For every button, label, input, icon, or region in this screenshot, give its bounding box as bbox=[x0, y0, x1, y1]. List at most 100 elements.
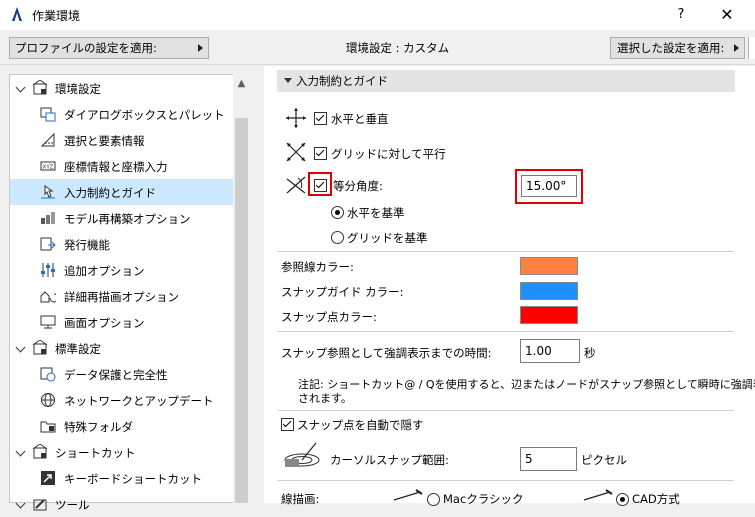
archicad-logo-icon bbox=[12, 7, 22, 21]
division-angle-label: 等分角度: bbox=[333, 179, 383, 193]
tree-item-label: ツール bbox=[55, 498, 90, 512]
cursor-guide-icon bbox=[41, 185, 55, 199]
shortcut-settings-icon bbox=[32, 444, 48, 459]
chevron-down-icon[interactable] bbox=[15, 82, 26, 93]
auto-hide-snap-checkbox[interactable] bbox=[281, 418, 294, 431]
tree-item-label: 選択と要素情報 bbox=[64, 134, 145, 148]
tree-item-label: データ保護と完全性 bbox=[64, 368, 168, 382]
auto-hide-snap-label: スナップ点を自動で隠す bbox=[297, 418, 424, 432]
tree-item-2[interactable]: 選択と要素情報 bbox=[10, 127, 233, 153]
cursor-snap-range-unit: ピクセル bbox=[581, 453, 627, 467]
toolbar-overflow bbox=[748, 37, 755, 59]
tree-item-0[interactable]: 環境設定 bbox=[10, 75, 233, 101]
ref-line-color-label: 参照線カラー: bbox=[281, 260, 354, 274]
tree-item-11[interactable]: データ保護と完全性 bbox=[10, 361, 233, 387]
radio-horizontal-label: 水平を基準 bbox=[347, 206, 405, 220]
tools-icon bbox=[33, 499, 47, 511]
chevron-down-icon[interactable] bbox=[15, 446, 26, 457]
highlight-time-label: スナップ参照として強調表示までの時間: bbox=[281, 346, 492, 360]
horizontal-vertical-label: 水平と垂直 bbox=[331, 112, 389, 126]
shortcut-arrow-icon bbox=[41, 471, 55, 485]
chevron-down-icon[interactable] bbox=[15, 498, 26, 509]
tree-item-label: 詳細再描画オプション bbox=[64, 290, 179, 304]
divider bbox=[278, 251, 734, 252]
cursor-snap-range-label: カーソルスナップ範囲: bbox=[330, 453, 449, 467]
tree-scroll-thumb[interactable] bbox=[235, 118, 248, 503]
tree-item-5[interactable]: モデル再構築オプション bbox=[10, 205, 233, 231]
environment-label: 環境設定 : カスタム bbox=[346, 41, 450, 55]
tree-item-7[interactable]: 追加オプション bbox=[10, 257, 233, 283]
cursor-snap-range-input[interactable]: 5 bbox=[520, 447, 577, 471]
chevron-right-icon bbox=[734, 44, 739, 52]
tree-item-13[interactable]: 特殊フォルダ bbox=[10, 413, 233, 439]
highlight-box bbox=[515, 169, 583, 204]
xyz-icon: XYZ bbox=[40, 161, 56, 171]
close-button[interactable]: ✕ bbox=[712, 4, 742, 26]
tree-item-8[interactable]: 詳細再描画オプション bbox=[10, 283, 233, 309]
tree-item-label: 標準設定 bbox=[55, 342, 101, 356]
help-button[interactable]: ? bbox=[668, 4, 694, 26]
tree-item-10[interactable]: 標準設定 bbox=[10, 335, 233, 361]
standard-settings-icon bbox=[32, 340, 48, 355]
divider bbox=[278, 331, 734, 332]
selection-icon bbox=[40, 132, 55, 147]
tree-item-1[interactable]: ダイアログボックスとパレット bbox=[10, 101, 233, 127]
tree-item-16[interactable]: ツール bbox=[10, 491, 233, 517]
divider bbox=[278, 480, 734, 481]
tree-item-4[interactable]: 入力制約とガイド bbox=[10, 179, 233, 205]
tree-item-label: 追加オプション bbox=[64, 264, 145, 278]
highlight-time-unit: 秒 bbox=[584, 346, 596, 360]
tree-item-label: 座標情報と座標入力 bbox=[64, 160, 168, 174]
ref-line-color-swatch[interactable] bbox=[520, 257, 578, 275]
mac-classic-line-icon bbox=[393, 489, 423, 501]
data-protect-icon bbox=[40, 367, 56, 382]
toolbar-divider bbox=[0, 64, 755, 65]
sliders-icon bbox=[41, 263, 55, 277]
angle-division-icon bbox=[286, 176, 306, 194]
house-settings-icon bbox=[32, 80, 48, 95]
horizontal-vertical-icon bbox=[286, 108, 306, 128]
tree-item-label: 環境設定 bbox=[55, 82, 101, 96]
radio-grid[interactable] bbox=[331, 231, 344, 244]
tree-item-12[interactable]: ネットワークとアップデート bbox=[10, 387, 233, 413]
tree-item-label: 特殊フォルダ bbox=[64, 420, 133, 434]
apply-selected-label: 選択した設定を適用: bbox=[617, 41, 725, 55]
chevron-down-icon[interactable] bbox=[15, 342, 26, 353]
scroll-up-icon[interactable]: ▲ bbox=[233, 74, 250, 94]
rebuild-icon bbox=[41, 212, 55, 224]
snap-guide-color-swatch[interactable] bbox=[520, 282, 578, 300]
apply-profile-button[interactable]: プロファイルの設定を適用: bbox=[9, 37, 209, 59]
snap-guide-color-label: スナップガイド カラー: bbox=[281, 285, 404, 299]
tree-item-label: キーボードショートカット bbox=[64, 472, 202, 486]
window-title: 作業環境 bbox=[32, 9, 81, 23]
tree-item-label: ショートカット bbox=[55, 446, 136, 460]
tree-item-9[interactable]: 画面オプション bbox=[10, 309, 233, 335]
tree-item-15[interactable]: キーボードショートカット bbox=[10, 465, 233, 491]
chevron-right-icon bbox=[198, 44, 203, 52]
radio-cad-style[interactable] bbox=[616, 493, 629, 506]
svg-text:XYZ: XYZ bbox=[43, 165, 54, 171]
cad-line-icon bbox=[583, 489, 613, 501]
tree-item-14[interactable]: ショートカット bbox=[10, 439, 233, 465]
parallel-grid-checkbox[interactable] bbox=[314, 147, 327, 160]
snap-point-color-label: スナップ点カラー: bbox=[281, 310, 377, 324]
tree-item-label: ネットワークとアップデート bbox=[64, 394, 214, 408]
tree-item-label: 入力制約とガイド bbox=[64, 186, 156, 200]
apply-selected-button[interactable]: 選択した設定を適用: bbox=[610, 37, 745, 59]
tree-item-6[interactable]: 発行機能 bbox=[10, 231, 233, 257]
radio-horizontal[interactable] bbox=[331, 206, 344, 219]
highlight-time-input[interactable]: 1.00 bbox=[520, 339, 580, 363]
line-drawing-label: 線描画: bbox=[281, 492, 320, 506]
radio-mac-classic[interactable] bbox=[427, 493, 440, 506]
globe-icon bbox=[41, 393, 55, 407]
note-text-line1: 注記: ショートカット@ / Qを使用すると、辺またはノードがスナップ参照として… bbox=[298, 378, 755, 391]
tree-item-label: 発行機能 bbox=[64, 238, 110, 252]
horizontal-vertical-checkbox[interactable] bbox=[314, 112, 327, 125]
section-title: 入力制約とガイド bbox=[296, 74, 388, 88]
monitor-icon bbox=[40, 315, 56, 329]
tree-item-3[interactable]: XYZ 座標情報と座標入力 bbox=[10, 153, 233, 179]
grid-parallel-icon bbox=[286, 142, 306, 162]
tree-item-label: モデル再構築オプション bbox=[64, 212, 191, 226]
collapse-arrow-icon[interactable] bbox=[284, 78, 292, 83]
snap-point-color-swatch[interactable] bbox=[520, 306, 578, 324]
